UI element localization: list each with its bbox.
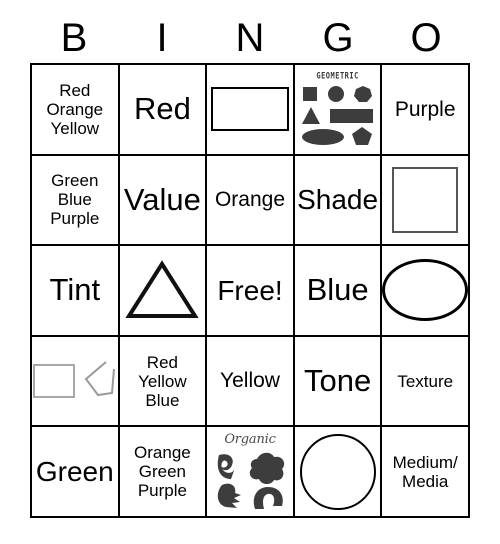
bingo-header: B I N G O (30, 14, 470, 62)
cell-o5-label: Medium/ Media (392, 452, 458, 491)
header-letter-n: N (235, 16, 265, 60)
cell-g2[interactable]: Shade (294, 155, 383, 247)
cell-o1[interactable]: Purple (382, 65, 470, 156)
cell-n4[interactable]: Yellow (207, 336, 295, 428)
cell-g2-label: Shade (297, 184, 379, 216)
cell-n2-label: Orange (214, 188, 286, 212)
header-letter-g: G (322, 16, 354, 60)
cell-o1-label: Purple (394, 97, 456, 121)
header-letter-o: O (410, 16, 442, 60)
cell-n3[interactable]: Free! (207, 246, 295, 337)
square-outline-icon (392, 166, 459, 233)
organic-sample: Organic (207, 427, 293, 516)
organic-sample-title: Organic (224, 432, 276, 448)
cell-i2[interactable]: Value (119, 155, 208, 247)
cell-b5-label: Green (35, 456, 114, 487)
cell-b4[interactable] (32, 336, 120, 428)
bingo-grid: Red Orange Yellow Red GEOMETRIC Purple G… (30, 63, 470, 518)
cell-n2[interactable]: Orange (207, 155, 295, 247)
cell-i5[interactable]: Orange Green Purple (119, 427, 208, 518)
cell-g3-label: Blue (306, 272, 369, 308)
cell-n3-label: Free! (217, 274, 283, 306)
cell-o2[interactable] (382, 155, 470, 247)
geometric-sample-title: GEOMETRIC (316, 70, 359, 81)
cell-i1-label: Red (133, 90, 191, 126)
cell-g1[interactable]: GEOMETRIC (294, 65, 383, 156)
cell-o5[interactable]: Medium/ Media (382, 427, 470, 518)
organic-shapes-icon (217, 452, 285, 510)
cell-b1[interactable]: Red Orange Yellow (32, 65, 120, 156)
cell-b2-label: Green Blue Purple (50, 171, 100, 229)
cell-b3[interactable]: Tint (32, 246, 120, 337)
cell-b2[interactable]: Green Blue Purple (32, 155, 120, 247)
cell-b3-label: Tint (49, 272, 101, 308)
geometric-sample: GEOMETRIC (295, 65, 381, 154)
cell-i1[interactable]: Red (119, 65, 208, 156)
cell-i3[interactable] (119, 246, 208, 337)
gray-rectangle-icon (32, 364, 75, 399)
cell-b5[interactable]: Green (32, 427, 120, 518)
cell-o3[interactable] (382, 246, 470, 337)
circle-outline-icon (299, 433, 376, 510)
header-letter-b: B (60, 16, 88, 60)
cell-n5[interactable]: Organic (207, 427, 295, 518)
cell-i2-label: Value (123, 181, 201, 217)
cell-g4-label: Tone (303, 362, 372, 398)
open-polygon-icon (84, 361, 115, 397)
header-letter-i: I (156, 16, 168, 60)
cell-i4[interactable]: Red Yellow Blue (119, 336, 208, 428)
cell-o4[interactable]: Texture (382, 336, 470, 428)
cell-i4-label: Red Yellow Blue (138, 352, 187, 410)
cell-g5[interactable] (294, 427, 383, 518)
cell-g4[interactable]: Tone (294, 336, 383, 428)
gray-shapes-group (32, 337, 118, 426)
geometric-shapes-icon (301, 85, 373, 145)
cell-o4-label: Texture (397, 371, 454, 391)
cell-n4-label: Yellow (220, 369, 280, 393)
bingo-card: B I N G O Red Orange Yellow Red GEOMETRI… (0, 0, 500, 544)
cell-g3[interactable]: Blue (294, 246, 383, 337)
cell-b1-label: Red Orange Yellow (46, 80, 104, 138)
triangle-outline-icon (125, 260, 200, 319)
cell-i5-label: Orange Green Purple (134, 443, 191, 501)
rectangle-outline-icon (210, 87, 289, 132)
cell-n1[interactable] (207, 65, 295, 156)
ellipse-outline-icon (382, 259, 468, 322)
